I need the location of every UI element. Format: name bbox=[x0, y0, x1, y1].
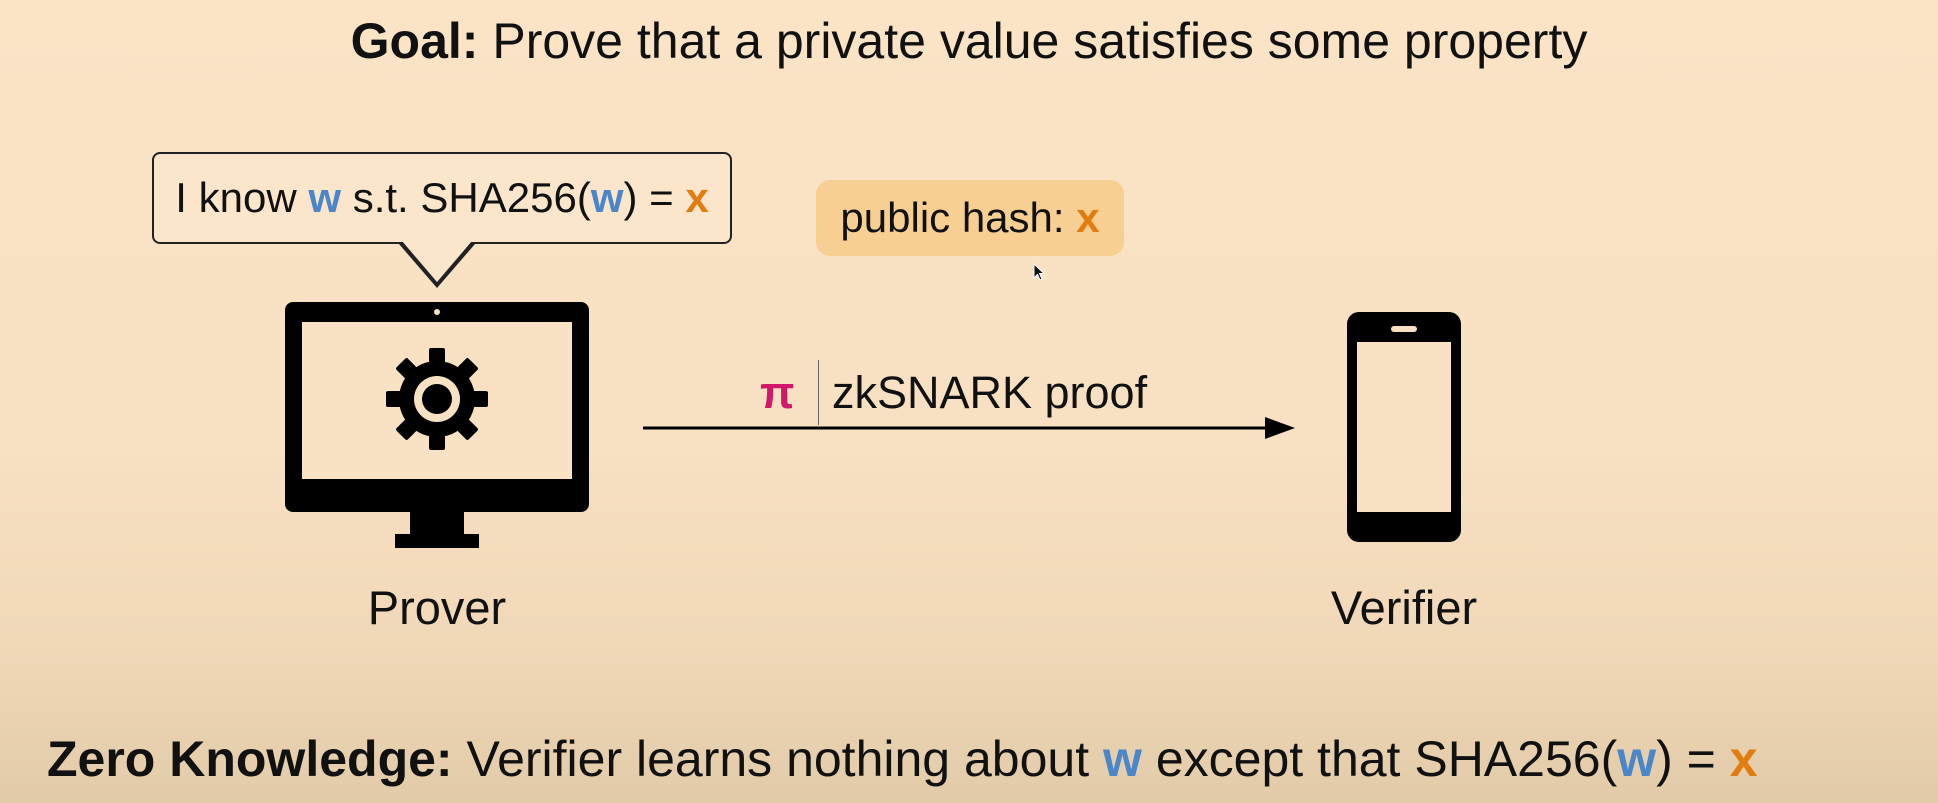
smartphone-icon bbox=[1347, 312, 1461, 542]
computer-monitor-icon bbox=[285, 302, 589, 548]
public-hash-x: x bbox=[1076, 194, 1100, 241]
proof-text: zkSNARK proof bbox=[831, 367, 1148, 418]
bubble-x: x bbox=[685, 174, 709, 221]
mouse-pointer-icon bbox=[1033, 263, 1046, 281]
bubble-pre: I know bbox=[175, 174, 297, 221]
prover-speech-bubble: I know w s.t. SHA256(w) = x bbox=[152, 152, 732, 244]
bubble-w: w bbox=[308, 174, 342, 221]
text-cursor bbox=[818, 360, 819, 425]
title-rest: Prove that a private value satisfies som… bbox=[492, 13, 1588, 69]
bubble-w2: w bbox=[590, 174, 624, 221]
gear-icon bbox=[386, 348, 488, 450]
public-hash-label: public hash: bbox=[840, 194, 1065, 241]
bubble-mid: s.t. SHA256( bbox=[352, 174, 591, 221]
bubble-tail-fill bbox=[402, 241, 472, 282]
bubble-post: ) = bbox=[623, 174, 674, 221]
zk-w: w bbox=[1103, 731, 1142, 787]
zk-bold: Zero Knowledge: bbox=[47, 731, 453, 787]
page-title: Goal: Prove that a private value satisfi… bbox=[0, 12, 1938, 70]
zk-x: x bbox=[1729, 731, 1758, 787]
zk-post: ) = bbox=[1656, 731, 1716, 787]
zk-mid: except that SHA256( bbox=[1155, 731, 1618, 787]
pi-symbol: π bbox=[760, 367, 795, 418]
slide: Goal: Prove that a private value satisfi… bbox=[0, 0, 1938, 803]
public-hash-badge: public hash: x bbox=[816, 180, 1124, 256]
zero-knowledge-statement: Zero Knowledge: Verifier learns nothing … bbox=[47, 730, 1758, 788]
zk-pre: Verifier learns nothing about bbox=[466, 731, 1090, 787]
title-bold: Goal: bbox=[350, 13, 479, 69]
zk-w2: w bbox=[1617, 731, 1657, 787]
